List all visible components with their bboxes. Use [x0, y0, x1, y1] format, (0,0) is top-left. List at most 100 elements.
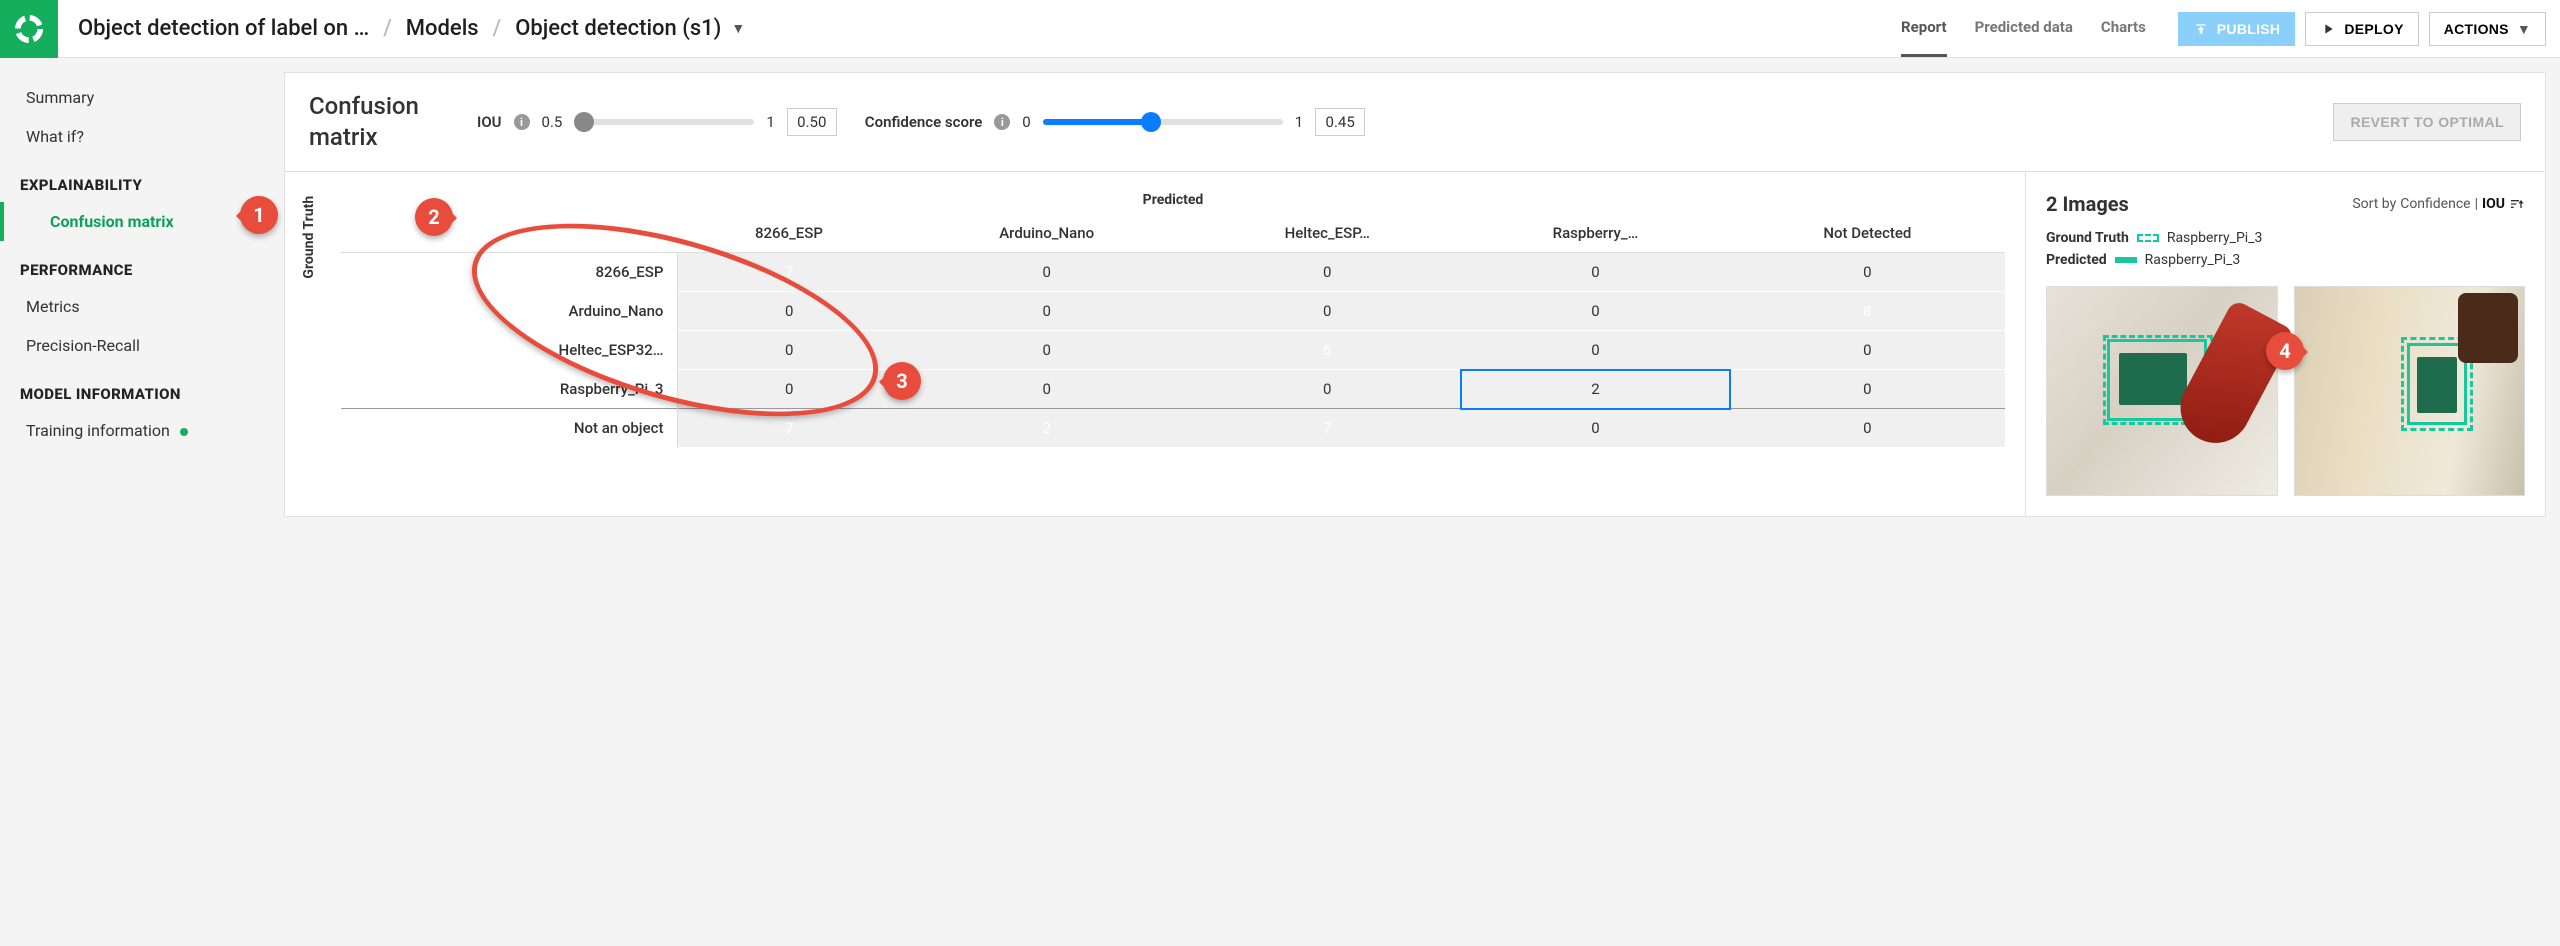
annotation-callout-1: 1: [240, 196, 278, 234]
confidence-slider[interactable]: [1043, 119, 1283, 125]
top-tabs: Report Predicted data Charts: [1883, 0, 2164, 57]
y-axis-label: Ground Truth: [301, 196, 317, 279]
legend-class: Raspberry_Pi_3: [2167, 230, 2263, 246]
sidebar-item-summary[interactable]: Summary: [0, 78, 270, 117]
conf-max: 1: [1295, 113, 1303, 131]
chevron-down-icon: ▼: [731, 20, 745, 37]
matrix-cell[interactable]: 0: [678, 292, 900, 331]
sort-prefix: Sort by: [2352, 196, 2396, 212]
tab-charts[interactable]: Charts: [2101, 0, 2146, 57]
panel-title: Confusion matrix: [309, 91, 449, 153]
sidebar-item-label: Confusion matrix: [50, 212, 174, 231]
sidebar-item-precision-recall[interactable]: Precision-Recall: [0, 326, 270, 365]
row-header[interactable]: Arduino_Nano: [341, 292, 678, 331]
row-header[interactable]: Raspberry_Pi_3: [341, 370, 678, 409]
matrix-cell[interactable]: 7: [1193, 409, 1461, 448]
matrix-cell[interactable]: 6: [1193, 331, 1461, 370]
matrix-cell[interactable]: 0: [1461, 331, 1730, 370]
matrix-cell[interactable]: 2: [900, 409, 1193, 448]
sidebar-item-metrics[interactable]: Metrics: [0, 287, 270, 326]
actions-button[interactable]: ACTIONS ▼: [2429, 12, 2546, 46]
matrix-cell[interactable]: 0: [1461, 253, 1730, 292]
revert-button[interactable]: REVERT TO OPTIMAL: [2333, 103, 2521, 141]
iou-value[interactable]: 0.50: [787, 108, 837, 136]
status-dot-icon: [180, 428, 188, 436]
row-header[interactable]: Not an object: [341, 409, 678, 448]
sidebar-section-explainability: EXPLAINABILITY: [0, 156, 270, 202]
sort-icon: [2509, 196, 2525, 212]
confidence-slider-group: Confidence score i 0 1 0.45: [865, 108, 1365, 136]
matrix-cell[interactable]: 0: [900, 331, 1193, 370]
iou-slider-group: IOU i 0.5 1 0.50: [477, 108, 837, 136]
deploy-button[interactable]: DEPLOY: [2305, 12, 2418, 46]
matrix-cell[interactable]: 0: [1730, 253, 2005, 292]
matrix-cell[interactable]: 0: [678, 370, 900, 409]
tab-report[interactable]: Report: [1901, 0, 1947, 57]
confusion-matrix-panel: Predicted Ground Truth 8266_ESP Arduino_…: [284, 172, 2026, 517]
matrix-cell[interactable]: 7: [678, 253, 900, 292]
col-header[interactable]: 8266_ESP: [678, 214, 900, 253]
legend-label: Ground Truth: [2046, 230, 2129, 246]
matrix-cell[interactable]: 0: [900, 292, 1193, 331]
tab-predicted-data[interactable]: Predicted data: [1975, 0, 2073, 57]
crumb-sep: /: [383, 16, 392, 41]
sort-control[interactable]: Sort by Confidence | IOU: [2352, 196, 2525, 212]
sort-option-iou[interactable]: IOU: [2482, 196, 2505, 212]
top-buttons: PUBLISH DEPLOY ACTIONS ▼: [2164, 12, 2560, 46]
play-icon: [2320, 21, 2336, 37]
col-header[interactable]: Heltec_ESP…: [1193, 214, 1461, 253]
legend-class: Raspberry_Pi_3: [2145, 252, 2241, 268]
col-header[interactable]: Raspberry_…: [1461, 214, 1730, 253]
confidence-value[interactable]: 0.45: [1315, 108, 1365, 136]
images-title: 2 Images: [2046, 192, 2129, 216]
crumb-sep: /: [493, 16, 502, 41]
matrix-cell[interactable]: 0: [1193, 370, 1461, 409]
image-thumbnail[interactable]: [2294, 286, 2526, 496]
sidebar-item-training-info[interactable]: Training information: [0, 411, 270, 450]
logo-icon: [14, 14, 44, 44]
matrix-cell[interactable]: 0: [1730, 370, 2005, 409]
matrix-cell[interactable]: 7: [678, 409, 900, 448]
matrix-cell[interactable]: 0: [1461, 292, 1730, 331]
sidebar-item-label: Training information: [26, 421, 170, 440]
chevron-down-icon: ▼: [2517, 21, 2531, 37]
publish-label: PUBLISH: [2217, 21, 2281, 37]
sidebar: Summary What if? EXPLAINABILITY Confusio…: [0, 58, 270, 531]
matrix-cell[interactable]: 0: [1461, 409, 1730, 448]
crumb-model-label: Object detection (s1): [515, 16, 721, 41]
matrix-cell[interactable]: 0: [900, 253, 1193, 292]
matrix-cell[interactable]: 0: [1730, 409, 2005, 448]
image-thumbnail[interactable]: [2046, 286, 2278, 496]
matrix-cell-selected[interactable]: 2: [1461, 370, 1730, 409]
iou-min: 0.5: [542, 113, 563, 131]
matrix-cell[interactable]: 0: [678, 331, 900, 370]
row-header[interactable]: Heltec_ESP32…: [341, 331, 678, 370]
iou-slider[interactable]: [574, 119, 754, 125]
matrix-cell[interactable]: 0: [1193, 253, 1461, 292]
matrix-cell[interactable]: 0: [900, 370, 1193, 409]
sidebar-item-confusion-matrix[interactable]: Confusion matrix 1: [0, 202, 270, 241]
crumb-model[interactable]: Object detection (s1) ▼: [515, 16, 745, 41]
breadcrumbs: Object detection of label on … / Models …: [58, 16, 1883, 41]
iou-max: 1: [766, 113, 774, 131]
crumb-models[interactable]: Models: [406, 16, 479, 41]
col-header[interactable]: Not Detected: [1730, 214, 2005, 253]
x-axis-label: Predicted: [341, 192, 2005, 214]
matrix-cell[interactable]: 8: [1730, 292, 2005, 331]
app-logo[interactable]: [0, 0, 58, 58]
matrix-cell[interactable]: 0: [1730, 331, 2005, 370]
conf-min: 0: [1022, 113, 1030, 131]
info-icon[interactable]: i: [514, 114, 530, 130]
sidebar-section-model-info: MODEL INFORMATION: [0, 365, 270, 411]
sidebar-item-whatif[interactable]: What if?: [0, 117, 270, 156]
topbar: Object detection of label on … / Models …: [0, 0, 2560, 58]
publish-button[interactable]: PUBLISH: [2178, 12, 2296, 46]
col-header[interactable]: Arduino_Nano: [900, 214, 1193, 253]
matrix-cell[interactable]: 0: [1193, 292, 1461, 331]
crumb-project[interactable]: Object detection of label on …: [78, 16, 369, 41]
confidence-label: Confidence score: [865, 113, 983, 131]
legend-ground-truth: Ground Truth Raspberry_Pi_3: [2046, 230, 2525, 246]
info-icon[interactable]: i: [994, 114, 1010, 130]
row-header[interactable]: 8266_ESP: [341, 253, 678, 292]
sort-option-confidence[interactable]: Confidence: [2400, 196, 2470, 212]
